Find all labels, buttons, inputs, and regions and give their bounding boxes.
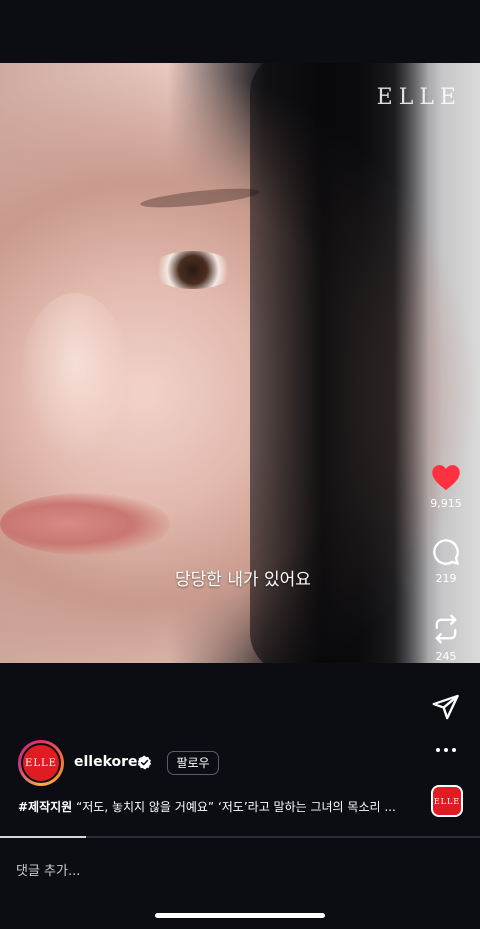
like-count: 9,915 — [430, 497, 462, 510]
caption-hashtag[interactable]: #제작지원 — [18, 800, 72, 814]
home-indicator[interactable] — [155, 913, 325, 918]
repost-icon — [435, 614, 457, 644]
like-button[interactable]: 9,915 — [426, 463, 466, 510]
video-eye — [150, 251, 236, 289]
verified-badge-icon — [137, 755, 152, 770]
comment-bar: 댓글 추가... — [0, 838, 480, 898]
caption[interactable]: #제작지원 “저도, 놓치지 않을 거예요” ‘저도’라고 말하는 그녀의 목소… — [18, 798, 418, 815]
caption-text: “저도, 놓치지 않을 거예요” ‘저도’라고 말하는 그녀의 목소리 ... — [72, 800, 396, 814]
video-brow — [139, 184, 261, 212]
avatar[interactable]: ELLE — [18, 740, 64, 786]
heart-icon — [432, 465, 460, 491]
comment-count: 219 — [435, 572, 457, 585]
audio-thumbnail[interactable]: ELLE — [431, 785, 463, 817]
share-button[interactable]: 245 — [426, 614, 466, 663]
video-face-highlight — [20, 293, 130, 463]
video-lips — [0, 493, 170, 555]
more-icon — [436, 748, 456, 752]
comment-input[interactable]: 댓글 추가... — [16, 860, 80, 879]
reel-video[interactable]: ELLE 당당한 내가 있어요 — [0, 63, 480, 663]
avatar-logo: ELLE — [21, 743, 61, 783]
video-subtitle: 당당한 내가 있어요 — [175, 570, 311, 590]
follow-button[interactable]: 팔로우 — [167, 751, 219, 775]
share-count: 245 — [435, 650, 457, 663]
comment-button[interactable]: 219 — [426, 538, 466, 585]
send-button[interactable] — [426, 694, 466, 720]
comment-icon — [433, 539, 459, 565]
send-icon — [432, 694, 459, 720]
more-options-button[interactable] — [426, 746, 466, 754]
